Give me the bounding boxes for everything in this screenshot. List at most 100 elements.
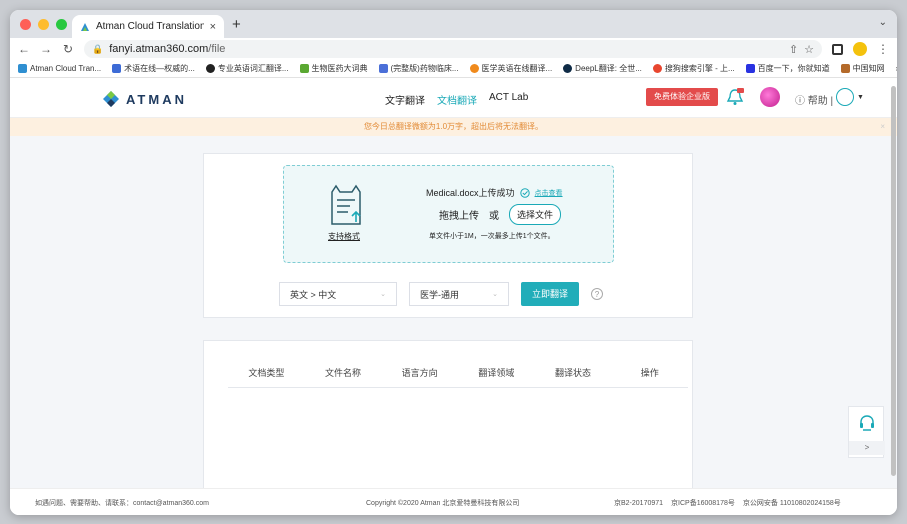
copyright-text: Copyright ©2020 Atman 北京爱特曼科技有限公司 bbox=[366, 500, 520, 507]
new-tab-button[interactable]: + bbox=[232, 16, 241, 33]
bookmark-favicon-icon bbox=[652, 64, 662, 73]
nav-act-lab[interactable]: ACT Lab bbox=[489, 92, 528, 107]
bookmark-label: 术语在线—权威的... bbox=[124, 64, 195, 73]
url-path: /file bbox=[208, 43, 226, 55]
chevron-down-icon: ⌄ bbox=[380, 291, 386, 298]
close-window-button[interactable] bbox=[20, 19, 31, 30]
atman-logo[interactable]: ATMAN bbox=[102, 90, 187, 108]
help-link[interactable]: ⓘ 帮助 | bbox=[795, 92, 833, 107]
profile-avatar-icon[interactable] bbox=[853, 42, 867, 56]
language-direction-select[interactable]: 英文 > 中文 ⌄ bbox=[279, 282, 397, 306]
bookmark-label: DeepL翻译: 全世... bbox=[575, 64, 642, 73]
bookmark-item[interactable]: Atman Cloud Tran... bbox=[18, 64, 101, 73]
bookmark-item[interactable]: 专业英语词汇翻译... bbox=[205, 63, 289, 74]
collapse-widget-button[interactable]: > bbox=[849, 441, 885, 455]
main-nav: 文字翻译 文档翻译 ACT Lab bbox=[385, 92, 528, 107]
column-header: 翻译领域 bbox=[478, 368, 515, 378]
tab-strip: Atman Cloud Translation × + ⌄ bbox=[10, 10, 897, 38]
atman-logo-icon bbox=[103, 91, 119, 107]
or-text: 或 bbox=[489, 211, 499, 222]
customer-service-icon[interactable] bbox=[857, 413, 877, 433]
site-header: ATMAN 文字翻译 文档翻译 ACT Lab 免费体验企业版 ⓘ 帮助 | ▼ bbox=[10, 78, 897, 118]
bookmark-label: 中国知网 bbox=[852, 64, 885, 73]
bookmark-item[interactable]: 百度一下，你就知道 bbox=[745, 63, 830, 74]
bookmark-item[interactable]: (完整版)药物临床... bbox=[378, 63, 459, 74]
globe-icon bbox=[836, 88, 854, 106]
close-tab-icon[interactable]: × bbox=[210, 21, 216, 33]
bookmark-item[interactable]: DeepL翻译: 全世... bbox=[563, 63, 642, 74]
view-file-link[interactable]: 点击查看 bbox=[535, 188, 563, 198]
icp-license-1[interactable]: 京B2-20170971 bbox=[614, 498, 663, 508]
column-header: 文档类型 bbox=[248, 368, 285, 378]
tab-search-icon[interactable]: ⌄ bbox=[879, 17, 887, 28]
back-icon[interactable]: ← bbox=[18, 42, 30, 56]
help-label: 帮助 bbox=[807, 96, 828, 107]
page-scrollbar[interactable] bbox=[891, 86, 896, 476]
language-switcher[interactable]: ▼ bbox=[836, 88, 864, 106]
site-footer: 如遇问题、需要帮助、请联系：contact@atman360.com Copyr… bbox=[10, 488, 897, 515]
page-content: ATMAN 文字翻译 文档翻译 ACT Lab 免费体验企业版 ⓘ 帮助 | ▼… bbox=[10, 78, 897, 515]
column-header: 文件名称 bbox=[325, 368, 362, 378]
icp-license-3[interactable]: 京公网安备 11010802024158号 bbox=[743, 498, 841, 508]
bookmark-label: 医学英语在线翻译... bbox=[481, 64, 553, 73]
browser-toolbar: ← → ↻ 🔒 fanyi.atman360.com/file ⇧ ☆ ⋮ bbox=[10, 38, 897, 60]
bookmark-item[interactable]: 术语在线—权威的... bbox=[112, 63, 195, 74]
tab-title: Atman Cloud Translation bbox=[96, 21, 204, 32]
notification-bell-icon[interactable] bbox=[725, 87, 745, 107]
bookmark-item[interactable]: 搜狗搜索引擎 - 上... bbox=[652, 63, 735, 74]
chevron-down-icon: ⌄ bbox=[492, 291, 498, 298]
column-header: 翻译状态 bbox=[555, 368, 592, 378]
check-circle-icon bbox=[519, 187, 530, 198]
bookmark-label: (完整版)药物临床... bbox=[390, 64, 459, 73]
quota-notice-text: 您今日总翻译微额为1.0万字，超出后将无法翻译。 bbox=[363, 122, 544, 131]
close-notice-icon[interactable]: × bbox=[880, 118, 885, 136]
bookmark-item[interactable]: 医学英语在线翻译... bbox=[469, 63, 553, 74]
drag-upload-text: 拖拽上传 bbox=[439, 211, 479, 222]
minimize-window-button[interactable] bbox=[38, 19, 49, 30]
supported-formats-link[interactable]: 支持格式 bbox=[328, 231, 360, 242]
translation-controls: 英文 > 中文 ⌄ 医学-通用 ⌄ 立即翻译 ? bbox=[279, 282, 603, 306]
drag-upload-row: 拖拽上传 或 选择文件 bbox=[439, 204, 562, 225]
address-bar[interactable]: 🔒 fanyi.atman360.com/file ⇧ ☆ bbox=[84, 40, 822, 58]
bookmarks-bar: Atman Cloud Tran... 术语在线—权威的... 专业英语词汇翻译… bbox=[10, 60, 897, 78]
bookmark-item[interactable]: 中国知网 bbox=[840, 63, 885, 74]
reload-icon[interactable]: ↻ bbox=[62, 42, 74, 56]
column-header: 语言方向 bbox=[401, 368, 438, 378]
browser-tab[interactable]: Atman Cloud Translation × bbox=[72, 15, 224, 38]
document-upload-icon bbox=[331, 184, 361, 225]
domain-select[interactable]: 医学-通用 ⌄ bbox=[409, 282, 509, 306]
upload-card: 支持格式 Medical.docx上传成功 点击查看 拖拽上传 或 选择文件 单… bbox=[203, 153, 693, 318]
bookmark-favicon-icon bbox=[299, 64, 309, 73]
bookmark-label: Atman Cloud Tran... bbox=[30, 64, 102, 73]
translate-now-button[interactable]: 立即翻译 bbox=[521, 282, 579, 306]
icp-license-2[interactable]: 京ICP备16008178号 bbox=[671, 498, 735, 508]
bookmark-star-icon[interactable]: ☆ bbox=[804, 43, 814, 56]
bookmark-favicon-icon bbox=[205, 64, 215, 73]
bookmark-label: 百度一下，你就知道 bbox=[757, 64, 830, 73]
bookmark-item[interactable]: 生物医药大词典 bbox=[299, 63, 368, 74]
upload-dropzone[interactable]: 支持格式 Medical.docx上传成功 点击查看 拖拽上传 或 选择文件 单… bbox=[283, 165, 614, 263]
choose-file-button[interactable]: 选择文件 bbox=[509, 204, 562, 225]
enterprise-trial-button[interactable]: 免费体验企业版 bbox=[646, 88, 718, 106]
maximize-window-button[interactable] bbox=[56, 19, 67, 30]
bookmark-favicon-icon bbox=[112, 64, 122, 73]
lock-icon[interactable]: 🔒 bbox=[92, 44, 103, 55]
help-circle-icon: ⓘ bbox=[795, 96, 805, 107]
bookmarks-more-button[interactable]: » bbox=[896, 64, 897, 73]
upload-status-text: Medical.docx上传成功 bbox=[426, 188, 515, 198]
nav-document-translation[interactable]: 文档翻译 bbox=[437, 92, 477, 107]
chevron-down-icon: ▼ bbox=[857, 93, 864, 101]
user-avatar[interactable] bbox=[760, 87, 780, 107]
side-panel-icon[interactable] bbox=[832, 43, 843, 55]
forward-icon[interactable]: → bbox=[40, 42, 52, 56]
support-widget: > bbox=[848, 406, 885, 458]
documents-table-card: 文档类型 文件名称 语言方向 翻译领域 翻译状态 操作 bbox=[203, 340, 693, 500]
nav-text-translation[interactable]: 文字翻译 bbox=[385, 92, 425, 107]
atman-favicon-icon bbox=[81, 22, 89, 31]
domain-value: 医学-通用 bbox=[420, 289, 459, 300]
browser-menu-icon[interactable]: ⋮ bbox=[877, 42, 889, 56]
window-controls bbox=[20, 19, 67, 30]
url-host: fanyi.atman360.com bbox=[109, 43, 209, 55]
share-icon[interactable]: ⇧ bbox=[789, 43, 798, 56]
question-help-icon[interactable]: ? bbox=[591, 288, 603, 300]
